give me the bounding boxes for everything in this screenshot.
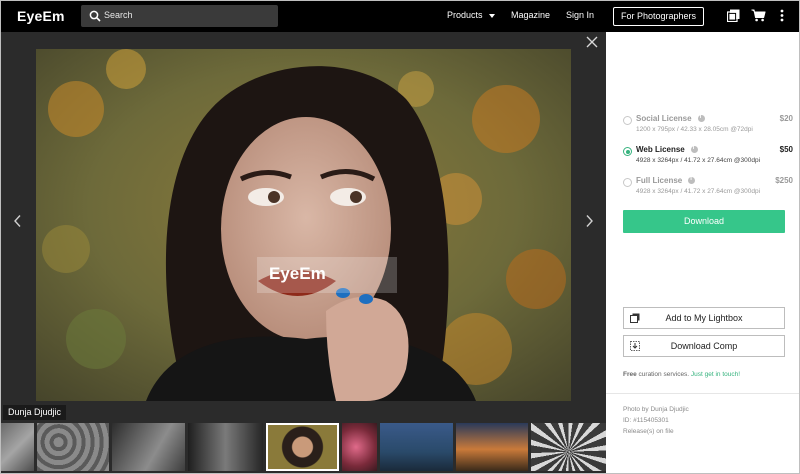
license-name-text: Social License [636, 114, 692, 123]
photo-id: ID: #115405301 [623, 417, 669, 424]
thumbnail[interactable] [112, 423, 185, 471]
license-name: Full License [636, 176, 696, 185]
license-price: $50 [779, 145, 793, 154]
watermark-text: EyeEm [269, 264, 326, 283]
add-to-lightbox-button[interactable]: Add to My Lightbox [623, 307, 785, 329]
curation-text: curation services. [636, 371, 691, 378]
thumbnail[interactable] [188, 423, 263, 471]
top-navigation-bar: EyeEm Search Products Magazine Sign In F… [1, 1, 799, 32]
search-placeholder: Search [104, 10, 133, 20]
license-name-text: Web License [636, 145, 685, 154]
search-icon [89, 10, 101, 22]
thumbnail[interactable] [342, 423, 377, 471]
nav-sign-in[interactable]: Sign In [566, 10, 594, 20]
chevron-down-icon [488, 13, 495, 18]
license-radio[interactable] [623, 116, 632, 125]
license-spec: 1200 x 795px / 42.33 x 28.05cm @72dpi [636, 126, 753, 133]
thumbnail[interactable] [37, 423, 109, 471]
download-comp-icon [630, 341, 640, 351]
license-price: $250 [775, 176, 793, 185]
cart-icon[interactable] [751, 9, 766, 22]
thumbnail[interactable] [456, 423, 528, 471]
main-photo[interactable]: EyeEm [36, 49, 571, 401]
chevron-right-icon[interactable] [584, 214, 594, 228]
eyeem-logo[interactable]: EyeEm [17, 8, 65, 24]
lightbox-icon [630, 313, 640, 323]
license-radio-selected[interactable] [623, 147, 632, 156]
photographer-tag[interactable]: Dunja Djudjic [3, 405, 67, 420]
download-button[interactable]: Download [623, 210, 785, 233]
nav-products[interactable]: Products [447, 10, 495, 20]
thumbnail-strip [1, 423, 606, 473]
thumbnail[interactable] [1, 423, 34, 471]
thumbnail[interactable] [531, 423, 606, 471]
thumbnail-selected[interactable] [266, 423, 339, 471]
chevron-left-icon[interactable] [13, 214, 23, 228]
curation-lead: Free [623, 371, 637, 378]
photo-credit: Photo by Dunja Djudjic [623, 406, 689, 413]
license-radio[interactable] [623, 178, 632, 187]
more-vertical-icon[interactable] [780, 9, 784, 22]
app-window: EyeEm Search Products Magazine Sign In F… [0, 0, 800, 474]
license-name-text: Full License [636, 176, 683, 185]
license-panel: Social License $20 1200 x 795px / 42.33 … [606, 32, 799, 473]
download-comp-button[interactable]: Download Comp [623, 335, 785, 357]
info-icon[interactable] [690, 145, 698, 153]
license-name: Social License [636, 114, 705, 123]
divider [606, 393, 799, 394]
portrait-image [36, 49, 571, 401]
thumbnail[interactable] [380, 423, 453, 471]
watermark: EyeEm [257, 257, 397, 293]
license-name: Web License [636, 145, 698, 154]
search-input[interactable]: Search [81, 5, 278, 27]
curation-note: Free curation services. Just get in touc… [623, 371, 740, 378]
add-to-lightbox-label: Add to My Lightbox [665, 313, 743, 323]
license-price: $20 [779, 114, 793, 123]
info-icon[interactable] [688, 176, 696, 184]
release-info: Release(s) on file [623, 428, 674, 435]
info-icon[interactable] [697, 114, 705, 122]
get-in-touch-link[interactable]: Just get in touch! [691, 371, 740, 378]
lightbox-icon[interactable] [727, 9, 740, 22]
license-spec: 4928 x 3264px / 41.72 x 27.64cm @300dpi [636, 188, 761, 195]
nav-products-label: Products [447, 10, 483, 20]
nav-magazine[interactable]: Magazine [511, 10, 550, 20]
download-comp-label: Download Comp [670, 341, 738, 351]
close-icon[interactable] [586, 36, 598, 48]
for-photographers-button[interactable]: For Photographers [613, 7, 704, 26]
license-spec: 4928 x 3264px / 41.72 x 27.64cm @300dpi [636, 157, 761, 164]
